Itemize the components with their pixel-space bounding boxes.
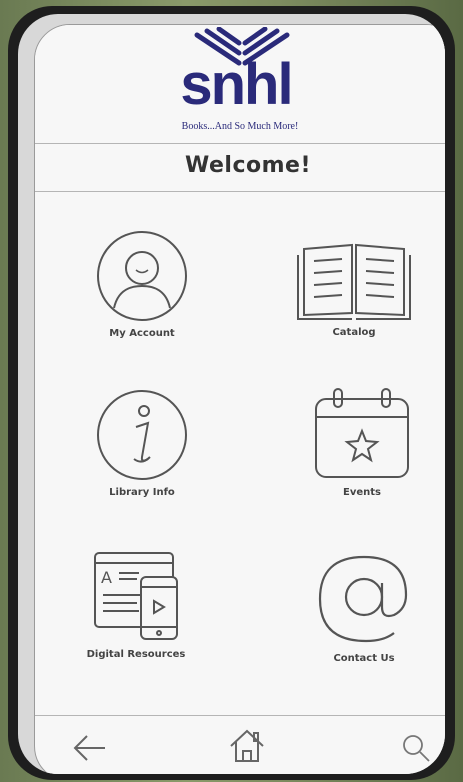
calendar-icon	[315, 388, 409, 478]
tile-label: Events	[343, 487, 381, 498]
account-icon	[97, 231, 187, 321]
tile-events[interactable]: Events	[287, 385, 437, 498]
info-icon	[97, 390, 187, 480]
tile-digital-resources[interactable]: A Digital Resources	[61, 547, 211, 660]
logo-tagline: Books...And So Much More!	[181, 121, 299, 132]
divider	[35, 191, 445, 192]
tile-label: Contact Us	[333, 653, 395, 664]
bottom-nav	[35, 715, 445, 774]
at-sign-icon	[318, 555, 408, 643]
svg-text:A: A	[101, 568, 112, 587]
logo-wordmark: snhl	[180, 52, 293, 117]
tile-label: Digital Resources	[86, 649, 186, 660]
tile-label: Library Info	[109, 487, 175, 498]
tile-catalog[interactable]: Catalog	[279, 235, 429, 338]
phone-bezel: snhl Books...And So Much More! Welcome! …	[18, 14, 445, 774]
home-icon[interactable]	[228, 727, 266, 765]
logo-header: snhl Books...And So Much More!	[35, 25, 445, 143]
tile-label: My Account	[109, 328, 175, 339]
book-icon	[297, 243, 411, 320]
app-screen: snhl Books...And So Much More! Welcome! …	[34, 24, 445, 774]
back-arrow-icon[interactable]	[71, 733, 107, 763]
tile-my-account[interactable]: My Account	[67, 230, 217, 339]
tile-library-info[interactable]: Library Info	[67, 387, 217, 498]
tile-label: Catalog	[332, 327, 376, 338]
divider	[35, 143, 445, 144]
tile-contact-us[interactable]: Contact Us	[289, 551, 439, 664]
search-icon[interactable]	[401, 733, 431, 763]
devices-icon: A	[94, 552, 178, 640]
welcome-title: Welcome!	[185, 153, 311, 178]
